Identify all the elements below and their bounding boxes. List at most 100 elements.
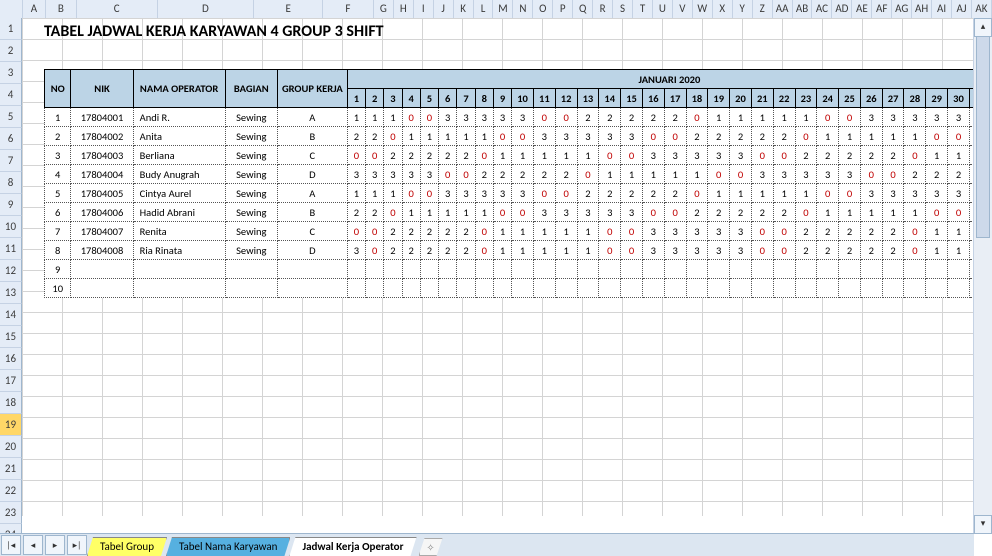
- row-header-15[interactable]: 15: [0, 326, 22, 348]
- shift-cell[interactable]: 2: [817, 222, 839, 241]
- shift-cell[interactable]: 3: [795, 165, 817, 184]
- shift-cell[interactable]: 2: [384, 146, 402, 165]
- cell-group[interactable]: [277, 260, 347, 279]
- cell-no[interactable]: 7: [45, 222, 71, 241]
- shift-cell[interactable]: [347, 279, 365, 298]
- shift-cell[interactable]: [664, 279, 686, 298]
- col-header-E[interactable]: E: [254, 0, 323, 18]
- shift-cell[interactable]: 3: [730, 222, 752, 241]
- shift-cell[interactable]: 3: [686, 222, 708, 241]
- shift-cell[interactable]: 2: [817, 146, 839, 165]
- shift-cell[interactable]: [773, 260, 795, 279]
- shift-cell[interactable]: 3: [730, 146, 752, 165]
- shift-cell[interactable]: 1: [708, 108, 730, 127]
- cell-group[interactable]: C: [277, 146, 347, 165]
- col-header-Z[interactable]: Z: [753, 0, 773, 18]
- shift-cell[interactable]: 3: [577, 203, 599, 222]
- shift-cell[interactable]: 0: [926, 203, 948, 222]
- col-header-AJ[interactable]: AJ: [952, 0, 972, 18]
- shift-cell[interactable]: [599, 279, 621, 298]
- shift-cell[interactable]: 2: [817, 241, 839, 260]
- shift-cell[interactable]: 0: [926, 127, 948, 146]
- shift-cell[interactable]: 1: [493, 222, 511, 241]
- shift-cell[interactable]: 1: [512, 241, 534, 260]
- cell-bagian[interactable]: Sewing: [225, 127, 277, 146]
- shift-cell[interactable]: 1: [642, 165, 664, 184]
- shift-cell[interactable]: 3: [708, 241, 730, 260]
- cell-no[interactable]: 9: [45, 260, 71, 279]
- shift-cell[interactable]: 1: [420, 127, 438, 146]
- cell-nik[interactable]: 17804008: [71, 241, 133, 260]
- shift-cell[interactable]: 1: [533, 222, 555, 241]
- col-header-R[interactable]: R: [593, 0, 613, 18]
- tab-nav-prev-icon[interactable]: ◂: [23, 535, 43, 555]
- shift-cell[interactable]: 1: [420, 203, 438, 222]
- shift-cell[interactable]: 1: [366, 108, 384, 127]
- shift-cell[interactable]: [751, 279, 773, 298]
- cell-no[interactable]: 5: [45, 184, 71, 203]
- row-header-3[interactable]: 3: [0, 62, 22, 84]
- shift-cell[interactable]: 1: [839, 127, 861, 146]
- shift-cell[interactable]: 0: [577, 165, 599, 184]
- shift-cell[interactable]: 0: [366, 241, 384, 260]
- shift-cell[interactable]: 3: [664, 146, 686, 165]
- new-sheet-icon[interactable]: ✧: [419, 538, 443, 556]
- cell-nik[interactable]: [71, 260, 133, 279]
- cell-bagian[interactable]: Sewing: [225, 203, 277, 222]
- shift-cell[interactable]: 2: [475, 165, 493, 184]
- cell-group[interactable]: C: [277, 222, 347, 241]
- shift-cell[interactable]: 0: [457, 165, 475, 184]
- shift-cell[interactable]: 0: [402, 184, 420, 203]
- shift-cell[interactable]: 1: [795, 108, 817, 127]
- shift-cell[interactable]: 0: [686, 108, 708, 127]
- cell-no[interactable]: 1: [45, 108, 71, 127]
- cell-bagian[interactable]: [225, 260, 277, 279]
- shift-cell[interactable]: 1: [773, 184, 795, 203]
- shift-cell[interactable]: 1: [904, 127, 926, 146]
- shift-cell[interactable]: 0: [366, 222, 384, 241]
- shift-cell[interactable]: 1: [926, 146, 948, 165]
- cell-group[interactable]: [277, 279, 347, 298]
- shift-cell[interactable]: 3: [366, 165, 384, 184]
- shift-cell[interactable]: 0: [860, 165, 882, 184]
- cell-bagian[interactable]: Sewing: [225, 184, 277, 203]
- shift-cell[interactable]: 1: [439, 203, 457, 222]
- shift-cell[interactable]: 0: [948, 127, 970, 146]
- shift-cell[interactable]: 0: [664, 203, 686, 222]
- cell-nama[interactable]: [133, 260, 225, 279]
- row-header-4[interactable]: 4: [0, 84, 22, 106]
- shift-cell[interactable]: [512, 279, 534, 298]
- row-header-8[interactable]: 8: [0, 172, 22, 194]
- shift-cell[interactable]: 1: [402, 203, 420, 222]
- shift-cell[interactable]: 2: [493, 165, 511, 184]
- shift-cell[interactable]: 1: [577, 241, 599, 260]
- col-header-J[interactable]: J: [434, 0, 454, 18]
- shift-cell[interactable]: 0: [599, 146, 621, 165]
- cell-no[interactable]: 3: [45, 146, 71, 165]
- shift-cell[interactable]: 1: [860, 203, 882, 222]
- shift-cell[interactable]: 1: [493, 146, 511, 165]
- shift-cell[interactable]: 3: [512, 108, 534, 127]
- col-header-A[interactable]: A: [23, 0, 46, 18]
- cell-nama[interactable]: Renita: [133, 222, 225, 241]
- shift-cell[interactable]: 2: [577, 184, 599, 203]
- shift-cell[interactable]: 0: [533, 184, 555, 203]
- shift-cell[interactable]: 0: [512, 127, 534, 146]
- shift-cell[interactable]: [708, 260, 730, 279]
- cell-nik[interactable]: 17804007: [71, 222, 133, 241]
- shift-cell[interactable]: 2: [839, 146, 861, 165]
- cell-nik[interactable]: 17804002: [71, 127, 133, 146]
- shift-cell[interactable]: [708, 279, 730, 298]
- shift-cell[interactable]: 0: [621, 241, 643, 260]
- shift-cell[interactable]: 3: [577, 127, 599, 146]
- shift-cell[interactable]: 2: [773, 203, 795, 222]
- shift-cell[interactable]: 1: [860, 127, 882, 146]
- cell-nik[interactable]: 17804004: [71, 165, 133, 184]
- shift-cell[interactable]: 0: [751, 146, 773, 165]
- shift-cell[interactable]: 3: [402, 165, 420, 184]
- shift-cell[interactable]: [555, 260, 577, 279]
- scroll-down-icon[interactable]: ▾: [974, 515, 992, 534]
- col-header-S[interactable]: S: [613, 0, 633, 18]
- shift-cell[interactable]: 2: [686, 127, 708, 146]
- shift-cell[interactable]: [686, 279, 708, 298]
